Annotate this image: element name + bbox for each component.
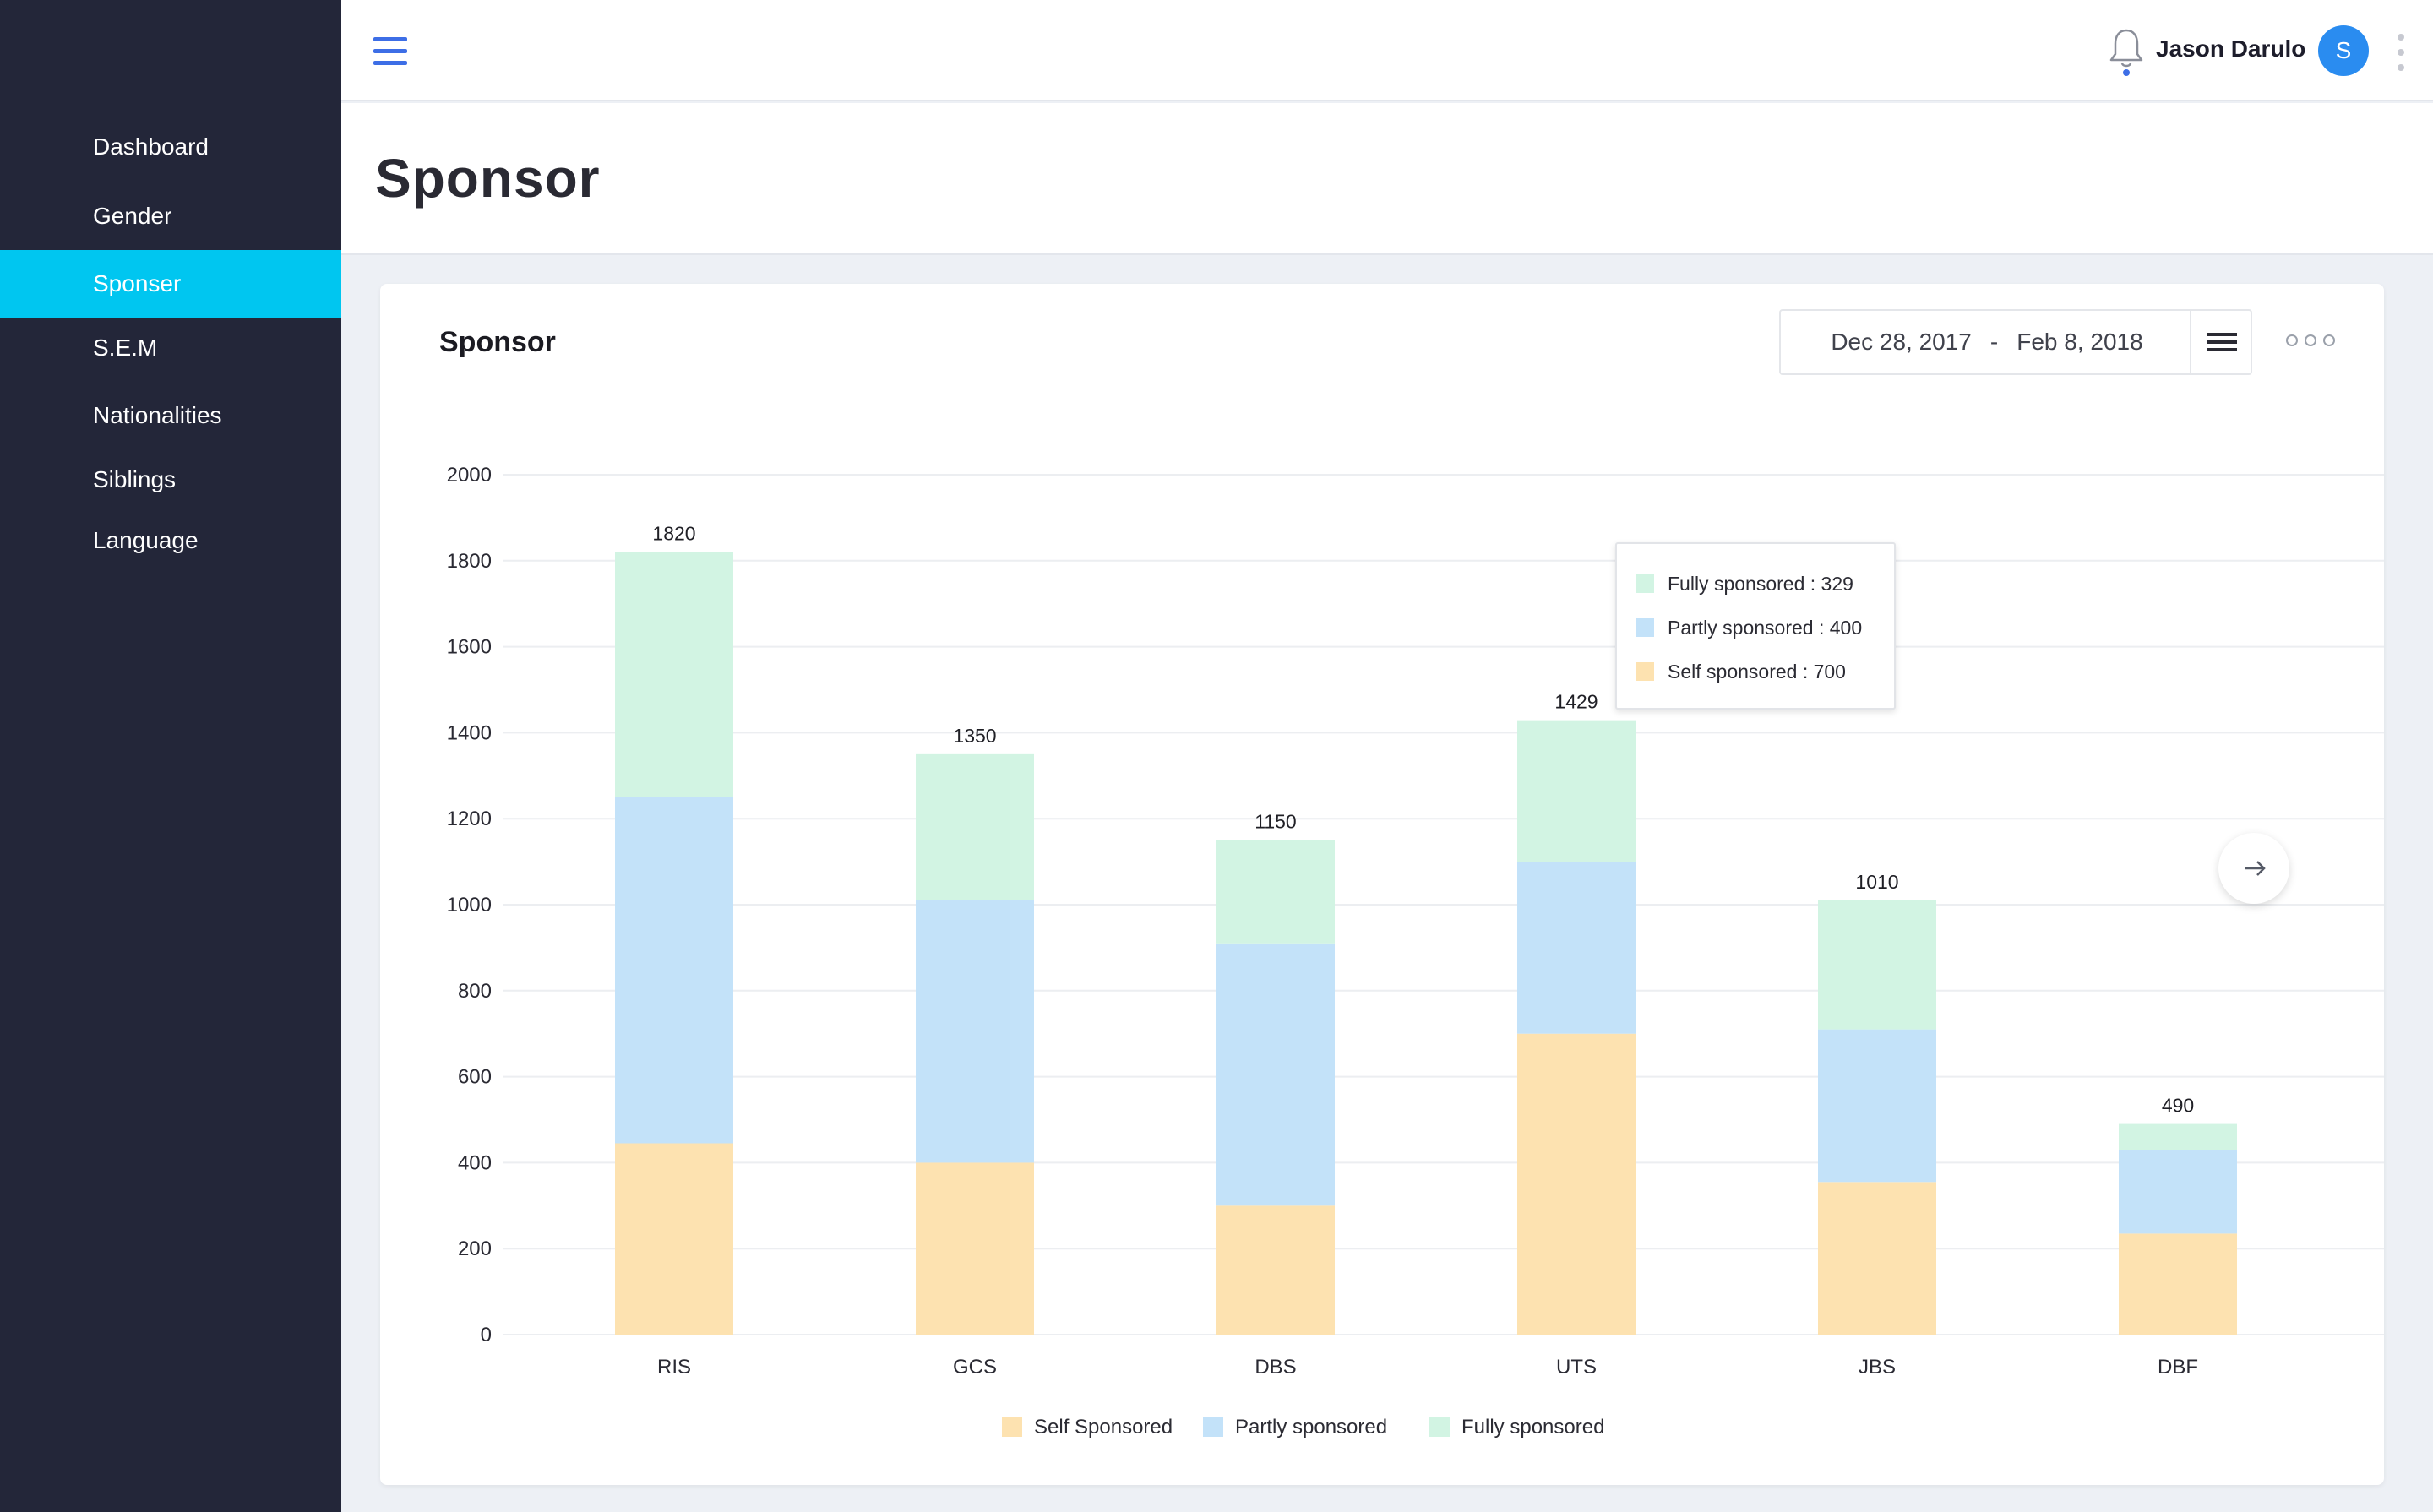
tooltip-swatch-partly: [1636, 617, 1654, 637]
y-tick-label: 1200: [447, 808, 492, 830]
y-tick-label: 1600: [447, 636, 492, 659]
tooltip-row-self: Self sponsored : 700: [1636, 661, 1846, 686]
bar-segment-fully-dbf[interactable]: [2119, 1123, 2237, 1150]
bar-total-label: 1429: [1554, 691, 1598, 713]
stacked-bar-chart: 0 200 400 600 800 1000 1200 1400 1600 1800 2000 182…: [447, 464, 2384, 1379]
tooltip-label-fully: Fully sponsored : 329: [1668, 573, 1853, 595]
sidebar-item-sponser[interactable]: Sponser: [0, 250, 341, 318]
hamburger-icon[interactable]: [373, 37, 407, 66]
x-tick-label: DBS: [1255, 1356, 1296, 1379]
tooltip-swatch-fully: [1636, 574, 1654, 593]
y-tick-label: 0: [481, 1324, 492, 1346]
bar-segment-partly-gcs[interactable]: [916, 900, 1034, 1163]
bar-segment-self-ris[interactable]: [615, 1143, 733, 1335]
bar-segment-fully-gcs[interactable]: [916, 753, 1034, 900]
sidebar-item-siblings[interactable]: Siblings: [0, 446, 341, 514]
y-tick-label: 200: [458, 1237, 492, 1260]
bar-total-label: 490: [2162, 1095, 2194, 1117]
tooltip-swatch-self: [1636, 661, 1654, 681]
tooltip-row-fully: Fully sponsored : 329: [1636, 573, 1853, 598]
legend-item-self[interactable]: Self Sponsored: [1002, 1416, 1173, 1449]
avatar[interactable]: S: [2318, 25, 2369, 76]
page-header: Sponsor: [341, 103, 2433, 255]
chart-legend: Self Sponsored Partly sponsored Fully sp…: [380, 1416, 1622, 1449]
legend-label-self: Self Sponsored: [1034, 1416, 1173, 1439]
bar-segment-partly-uts[interactable]: [1517, 862, 1636, 1034]
sponsor-card: Sponsor Dec 28, 2017- Feb 8, 2018 0 200 400…: [380, 284, 2384, 1485]
arrow-right-icon: [2245, 861, 2266, 876]
x-tick-label: RIS: [657, 1356, 691, 1379]
x-tick-label: GCS: [953, 1356, 997, 1379]
chart-tooltip: Fully sponsored : 329 Partly sponsored :…: [1615, 542, 1896, 710]
bar-total-label: 1350: [953, 725, 996, 747]
legend-item-partly[interactable]: Partly sponsored: [1203, 1416, 1387, 1449]
vertical-dots-icon[interactable]: [2392, 32, 2409, 74]
tooltip-label-partly: Partly sponsored : 400: [1668, 617, 1863, 639]
bar-segment-self-dbf[interactable]: [2119, 1233, 2237, 1335]
bar-segment-fully-dbs[interactable]: [1216, 840, 1335, 944]
y-tick-label: 400: [458, 1151, 492, 1174]
bar-segment-fully-uts[interactable]: [1517, 720, 1636, 862]
bar-total-label: 1010: [1855, 871, 1898, 893]
tooltip-label-self: Self sponsored : 700: [1668, 661, 1846, 683]
x-tick-label: DBF: [2158, 1356, 2198, 1379]
y-tick-label: 1400: [447, 721, 492, 744]
bar-segment-fully-jbs[interactable]: [1818, 900, 1936, 1030]
y-tick-label: 800: [458, 980, 492, 1003]
bar-segment-partly-dbf[interactable]: [2119, 1150, 2237, 1234]
y-tick-label: 2000: [447, 464, 492, 487]
bar-segment-self-uts[interactable]: [1517, 1033, 1636, 1335]
bar-segment-partly-jbs[interactable]: [1818, 1029, 1936, 1183]
bar-segment-self-jbs[interactable]: [1818, 1182, 1936, 1335]
y-tick-label: 1000: [447, 894, 492, 916]
next-chart-button[interactable]: [2218, 833, 2289, 904]
bar-total-label: 1150: [1255, 811, 1296, 833]
bar-segment-partly-ris[interactable]: [615, 797, 733, 1144]
bell-icon[interactable]: [2107, 25, 2146, 79]
x-tick-label: JBS: [1859, 1356, 1896, 1379]
sidebar-item-language[interactable]: Language: [0, 507, 341, 574]
sidebar-item-nationalities[interactable]: Nationalities: [0, 382, 341, 449]
legend-label-partly: Partly sponsored: [1235, 1416, 1388, 1439]
tooltip-row-partly: Partly sponsored : 400: [1636, 617, 1862, 642]
user-name[interactable]: Jason Darulo: [2156, 35, 2305, 63]
sidebar-item-sem[interactable]: S.E.M: [0, 314, 341, 382]
bar-segment-self-dbs[interactable]: [1216, 1205, 1335, 1335]
bar-segment-self-gcs[interactable]: [916, 1162, 1034, 1335]
legend-item-fully[interactable]: Fully sponsored: [1429, 1416, 1604, 1449]
legend-swatch-partly: [1203, 1416, 1223, 1437]
sidebar-item-gender[interactable]: Gender: [0, 182, 341, 250]
y-tick-label: 1800: [447, 550, 492, 573]
legend-swatch-fully: [1429, 1416, 1450, 1437]
x-tick-label: UTS: [1556, 1356, 1597, 1379]
top-bar: Jason Darulo S: [341, 0, 2433, 101]
legend-label-fully: Fully sponsored: [1461, 1416, 1605, 1439]
bar-segment-partly-dbs[interactable]: [1216, 943, 1335, 1206]
legend-swatch-self: [1002, 1416, 1022, 1437]
y-tick-label: 600: [458, 1066, 492, 1089]
sidebar: Dashboard Gender Sponser S.E.M Nationali…: [0, 0, 341, 1512]
bar-total-label: 1820: [652, 523, 695, 545]
bar-segment-fully-ris[interactable]: [615, 552, 733, 797]
sidebar-item-dashboard[interactable]: Dashboard: [0, 113, 341, 181]
page-title: Sponsor: [375, 148, 601, 209]
